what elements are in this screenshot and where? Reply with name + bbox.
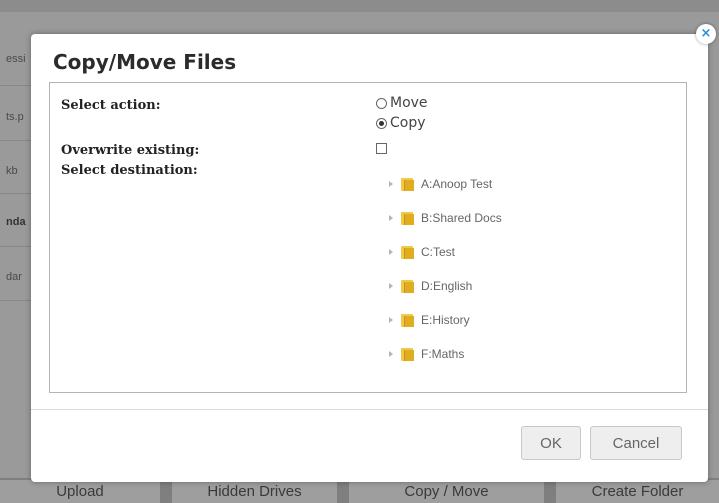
copy-move-dialog: Copy/Move Files Select action: Move Copy… [31, 34, 708, 482]
background-label: dar [6, 271, 22, 283]
folder-tree-item[interactable]: E:History [389, 313, 470, 327]
dialog-footer-divider [31, 409, 708, 410]
folder-icon [401, 313, 414, 327]
folder-tree-item[interactable]: F:Maths [389, 347, 464, 361]
folder-label[interactable]: C:Test [421, 245, 455, 259]
folder-label[interactable]: D:English [421, 279, 472, 293]
expand-arrow-icon[interactable] [389, 181, 393, 187]
expand-arrow-icon[interactable] [389, 249, 393, 255]
folder-icon [401, 211, 414, 225]
copy-move-button[interactable]: Copy / Move [349, 480, 544, 503]
move-radio[interactable] [376, 97, 387, 109]
folder-label[interactable]: F:Maths [421, 347, 464, 361]
folder-icon [401, 245, 414, 259]
cancel-button[interactable]: Cancel [590, 426, 682, 460]
folder-label[interactable]: B:Shared Docs [421, 211, 502, 225]
upload-button[interactable]: Upload [0, 480, 160, 503]
folder-tree-item[interactable]: D:English [389, 279, 472, 293]
close-icon[interactable]: × [696, 24, 716, 44]
create-folder-button[interactable]: Create Folder [556, 480, 719, 503]
expand-arrow-icon[interactable] [389, 215, 393, 221]
folder-icon [401, 177, 414, 191]
copy-radio[interactable] [376, 117, 387, 129]
expand-arrow-icon[interactable] [389, 351, 393, 357]
background-header [0, 0, 719, 12]
background-label: ts.p [6, 111, 24, 123]
folder-tree-item[interactable]: A:Anoop Test [389, 177, 492, 191]
dialog-title: Copy/Move Files [53, 50, 237, 74]
copy-radio-option[interactable]: Copy [376, 115, 426, 131]
dialog-form-panel: Select action: Move Copy Overwrite exist… [49, 82, 687, 393]
folder-tree-item[interactable]: B:Shared Docs [389, 211, 502, 225]
move-radio-option[interactable]: Move [376, 95, 428, 111]
select-action-label: Select action: [61, 98, 161, 113]
expand-arrow-icon[interactable] [389, 317, 393, 323]
expand-arrow-icon[interactable] [389, 283, 393, 289]
select-destination-label: Select destination: [61, 163, 198, 178]
background-label: nda [6, 216, 26, 228]
overwrite-existing-label: Overwrite existing: [61, 143, 200, 158]
folder-label[interactable]: A:Anoop Test [421, 177, 492, 191]
copy-radio-label[interactable]: Copy [390, 115, 426, 131]
hidden-drives-button[interactable]: Hidden Drives [172, 480, 337, 503]
background-label: essi [6, 53, 26, 65]
folder-icon [401, 279, 414, 293]
folder-icon [401, 347, 414, 361]
ok-button[interactable]: OK [521, 426, 581, 460]
folder-label[interactable]: E:History [421, 313, 470, 327]
folder-tree-item[interactable]: C:Test [389, 245, 455, 259]
move-radio-label[interactable]: Move [390, 95, 428, 111]
overwrite-existing-checkbox[interactable] [376, 143, 387, 154]
background-label: kb [6, 165, 18, 177]
